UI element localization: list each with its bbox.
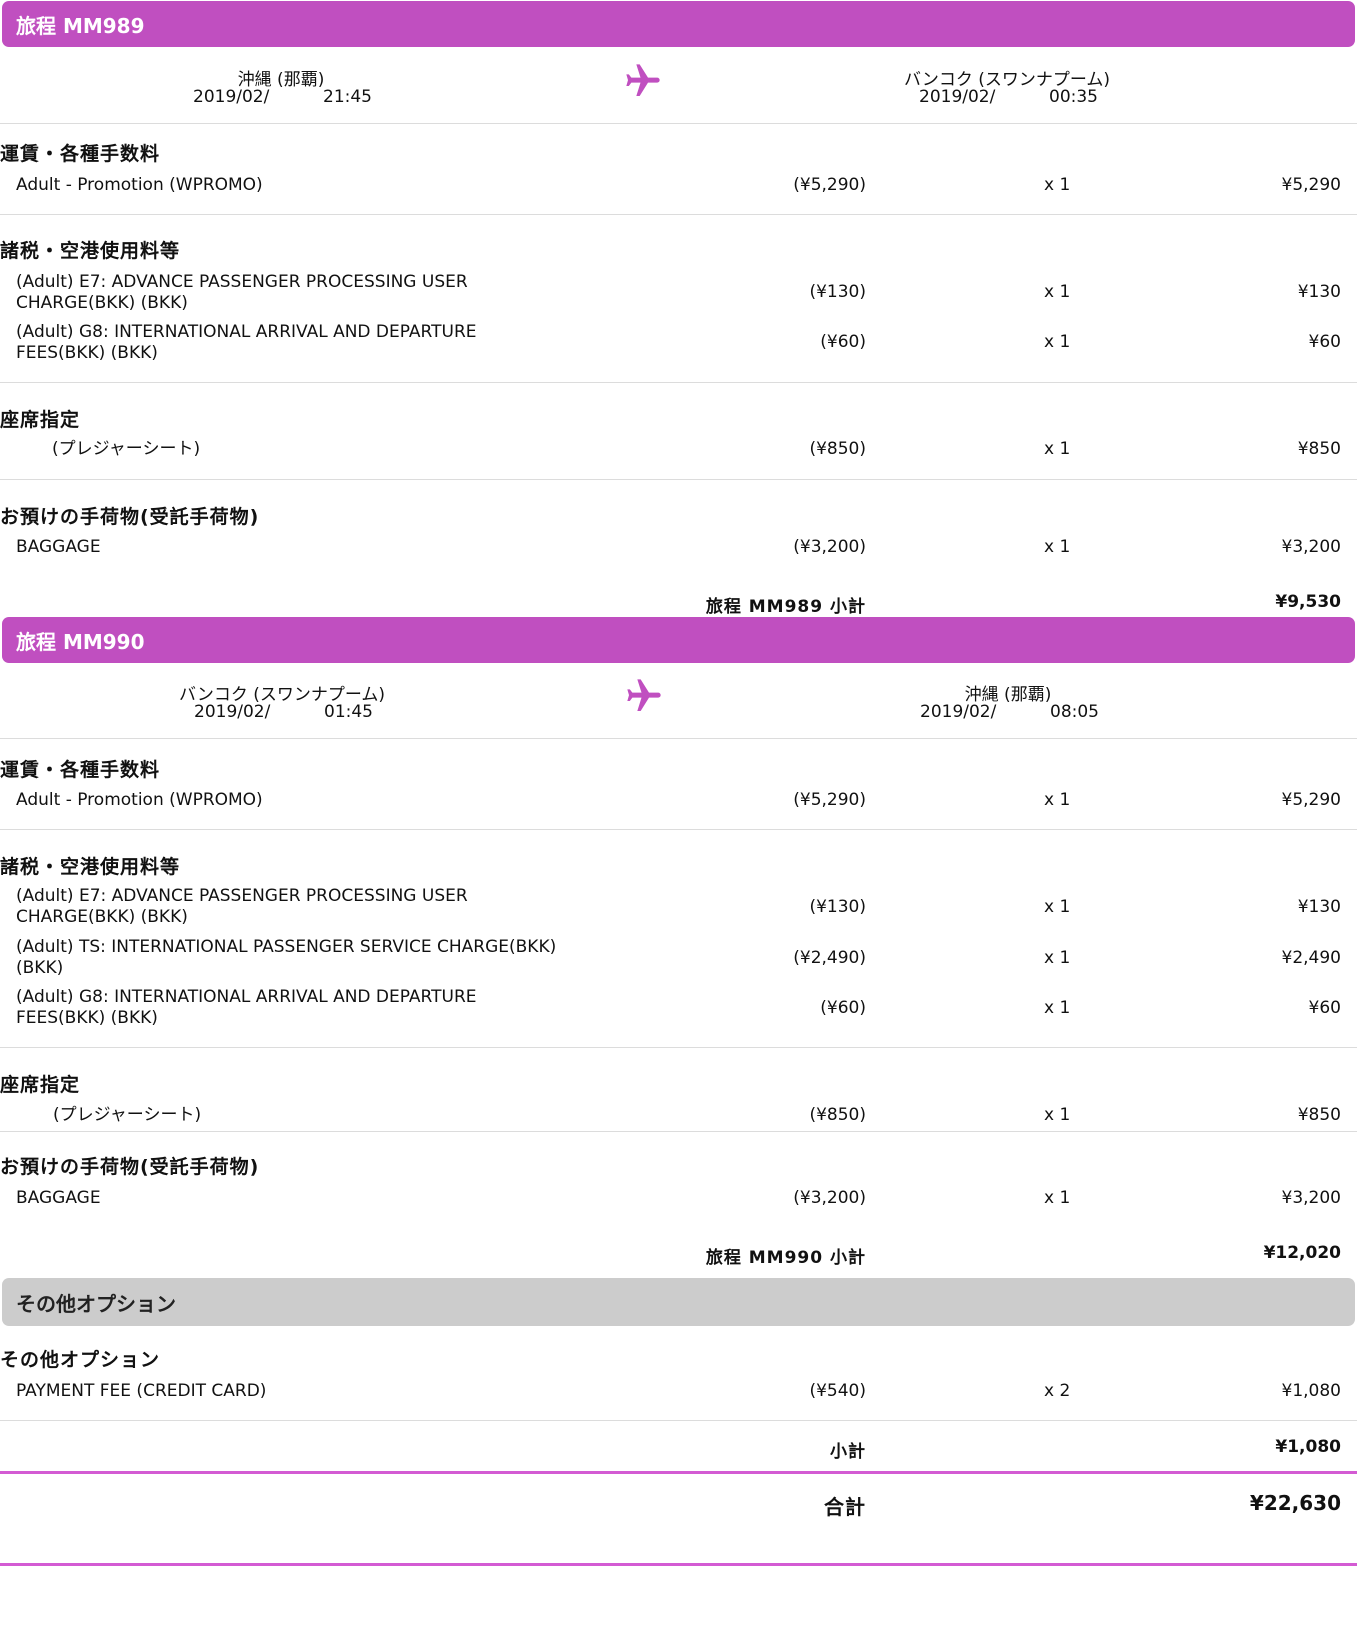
departure-time: 21:45 xyxy=(323,87,372,107)
leg-header-mm990: 旅程 MM990 xyxy=(2,617,1355,663)
item-desc: (Adult) G8: INTERNATIONAL ARRIVAL AND DE… xyxy=(16,322,477,363)
leg-title: 旅程 MM990 xyxy=(16,629,145,654)
arrival-time: 08:05 xyxy=(1050,702,1099,722)
subtotal-label: 小計 xyxy=(830,1442,866,1462)
divider xyxy=(0,479,1357,480)
divider xyxy=(0,214,1357,215)
item-desc: (Adult) G8: INTERNATIONAL ARRIVAL AND DE… xyxy=(16,987,477,1028)
route-mm989: 沖縄 (那覇) 2019/02/ 21:45 バンコク (スワンナプーム) 20… xyxy=(0,48,1357,124)
amount: ¥60 xyxy=(1308,332,1341,352)
unit-price: (¥5,290) xyxy=(793,790,866,810)
leg-title: 旅程 MM989 xyxy=(16,13,145,38)
item-desc: PAYMENT FEE (CREDIT CARD) xyxy=(16,1381,267,1401)
leg-header-mm989: 旅程 MM989 xyxy=(2,1,1355,47)
quantity: x 1 xyxy=(1044,175,1071,195)
total-label: 合計 xyxy=(824,1495,866,1519)
unit-price: (¥130) xyxy=(809,282,866,302)
item-desc: (Adult) TS: INTERNATIONAL PASSENGER SERV… xyxy=(16,937,557,978)
fare-section-title: 運賃・各種手数料 xyxy=(0,759,161,781)
arrival-time: 00:35 xyxy=(1049,87,1098,107)
divider xyxy=(0,1420,1357,1421)
other-options-title: その他オプション xyxy=(16,1291,176,1316)
amount: ¥5,290 xyxy=(1281,790,1341,810)
unit-price: (¥2,490) xyxy=(793,948,866,968)
divider xyxy=(0,1047,1357,1048)
arrival-date: 2019/02/ xyxy=(920,702,997,722)
subtotal-value: ¥12,020 xyxy=(1263,1243,1341,1263)
unit-price: (¥130) xyxy=(809,897,866,917)
arrival-date: 2019/02/ xyxy=(919,87,996,107)
quantity: x 2 xyxy=(1044,1381,1071,1401)
quantity: x 1 xyxy=(1044,948,1071,968)
amount: ¥1,080 xyxy=(1281,1381,1341,1401)
quantity: x 1 xyxy=(1044,282,1071,302)
fare-section-title: 運賃・各種手数料 xyxy=(0,143,161,165)
amount: ¥60 xyxy=(1308,998,1341,1018)
item-desc: Adult - Promotion (WPROMO) xyxy=(16,175,263,195)
unit-price: (¥5,290) xyxy=(793,175,866,195)
unit-price: (¥850) xyxy=(809,439,866,459)
arrival-city: 沖縄 (那覇) xyxy=(964,685,1052,705)
other-options-section-title: その他オプション xyxy=(0,1349,161,1371)
subtotal-value: ¥1,080 xyxy=(1275,1437,1341,1457)
item-desc: BAGGAGE xyxy=(16,537,101,557)
item-desc: (プレジャーシート) xyxy=(52,439,201,459)
quantity: x 1 xyxy=(1044,332,1071,352)
departure-city: バンコク (スワンナプーム) xyxy=(178,685,385,705)
amount: ¥5,290 xyxy=(1281,175,1341,195)
amount: ¥3,200 xyxy=(1281,537,1341,557)
quantity: x 1 xyxy=(1044,1105,1071,1125)
total-value: ¥22,630 xyxy=(1249,1491,1341,1515)
quantity: x 1 xyxy=(1044,790,1071,810)
unit-price: (¥540) xyxy=(809,1381,866,1401)
seat-section-title: 座席指定 xyxy=(0,1074,81,1096)
departure-city: 沖縄 (那覇) xyxy=(237,70,325,90)
unit-price: (¥850) xyxy=(809,1105,866,1125)
quantity: x 1 xyxy=(1044,1188,1071,1208)
quantity: x 1 xyxy=(1044,537,1071,557)
subtotal-label: 旅程 MM990 小計 xyxy=(705,1248,866,1268)
departure-date: 2019/02/ xyxy=(193,87,270,107)
other-options-header: その他オプション xyxy=(2,1278,1355,1326)
seat-section-title: 座席指定 xyxy=(0,409,81,431)
unit-price: (¥3,200) xyxy=(793,537,866,557)
departure-date: 2019/02/ xyxy=(194,702,271,722)
item-desc: BAGGAGE xyxy=(16,1188,101,1208)
total-divider xyxy=(0,1471,1357,1474)
quantity: x 1 xyxy=(1044,998,1071,1018)
tax-section-title: 諸税・空港使用料等 xyxy=(0,240,181,262)
route-mm990: バンコク (スワンナプーム) 2019/02/ 01:45 沖縄 (那覇) 20… xyxy=(0,663,1357,739)
unit-price: (¥3,200) xyxy=(793,1188,866,1208)
amount: ¥850 xyxy=(1297,439,1341,459)
amount: ¥2,490 xyxy=(1281,948,1341,968)
divider xyxy=(0,829,1357,830)
tax-section-title: 諸税・空港使用料等 xyxy=(0,856,181,878)
departure-time: 01:45 xyxy=(324,702,373,722)
bottom-divider xyxy=(0,1563,1357,1566)
subtotal-label: 旅程 MM989 小計 xyxy=(705,597,866,617)
arrival-city: バンコク (スワンナプーム) xyxy=(903,70,1110,90)
divider xyxy=(0,1131,1357,1132)
item-desc: (Adult) E7: ADVANCE PASSENGER PROCESSING… xyxy=(16,272,468,313)
baggage-section-title: お預けの手荷物(受託手荷物) xyxy=(0,506,260,528)
unit-price: (¥60) xyxy=(820,998,866,1018)
amount: ¥130 xyxy=(1297,282,1341,302)
unit-price: (¥60) xyxy=(820,332,866,352)
item-desc: (プレジャーシート) xyxy=(53,1105,202,1125)
item-desc: (Adult) E7: ADVANCE PASSENGER PROCESSING… xyxy=(16,886,468,927)
quantity: x 1 xyxy=(1044,897,1071,917)
divider xyxy=(0,382,1357,383)
amount: ¥3,200 xyxy=(1281,1188,1341,1208)
amount: ¥850 xyxy=(1297,1105,1341,1125)
quantity: x 1 xyxy=(1044,439,1071,459)
subtotal-value: ¥9,530 xyxy=(1275,592,1341,612)
airplane-icon xyxy=(627,679,661,711)
item-desc: Adult - Promotion (WPROMO) xyxy=(16,790,263,810)
amount: ¥130 xyxy=(1297,897,1341,917)
baggage-section-title: お預けの手荷物(受託手荷物) xyxy=(0,1156,260,1178)
airplane-icon xyxy=(626,64,660,96)
